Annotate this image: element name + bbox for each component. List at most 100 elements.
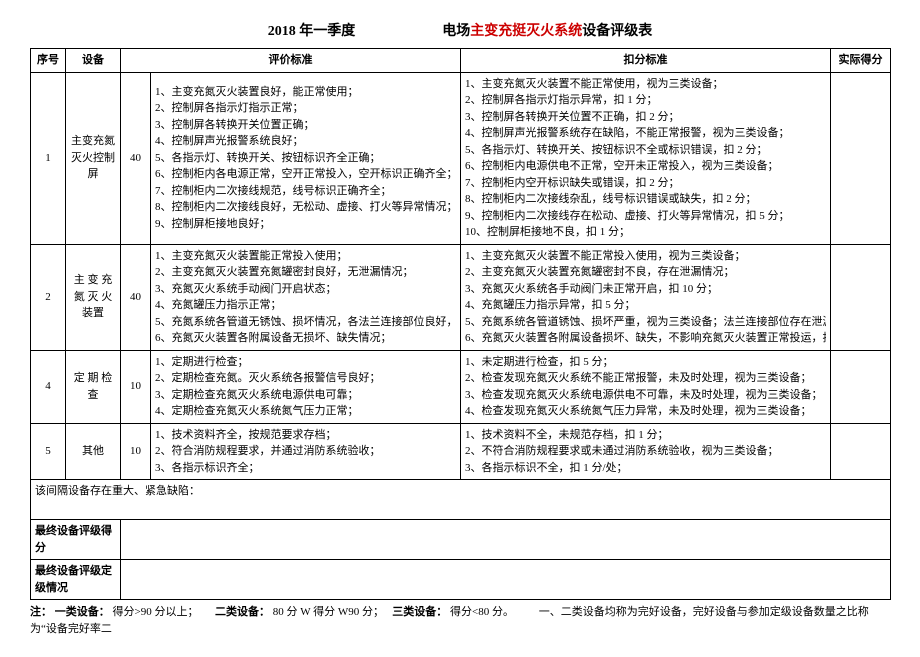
title-left: 2018 年一季度 <box>268 24 356 39</box>
cell-deduct-criteria: 1、未定期进行检查，扣 5 分；2、检查发现充氮灭火系统不能正常报警，未及时处理… <box>461 350 831 423</box>
deduct-item: 3、检查发现充氮灭火系统电源供电不可靠，未及时处理，视为三类设备； <box>465 387 826 404</box>
defect-cell: 该间隔设备存在重大、紧急缺陷： <box>31 480 891 520</box>
eval-item: 9、控制屏柜接地良好； <box>155 216 456 233</box>
final-score-row: 最终设备评级得分 <box>31 520 891 560</box>
eval-item: 2、符合消防规程要求，并通过消防系统验收； <box>155 443 456 460</box>
note-prefix: 注： <box>30 606 52 618</box>
note-c1-label: 一类设备： <box>55 606 110 618</box>
table-row: 1主变充氮灭火控制屏401、主变充氮灭火装置良好，能正常使用；2、控制屏各指示灯… <box>31 72 891 244</box>
note-c2-label: 二类设备： <box>215 606 270 618</box>
cell-equipment: 主 变 充 氮 灭 火 装置 <box>66 244 121 350</box>
header-equipment: 设备 <box>66 49 121 73</box>
header-deduct: 扣分标准 <box>461 49 831 73</box>
table-header-row: 序号 设备 评价标准 扣分标准 实际得分 <box>31 49 891 73</box>
deduct-item: 3、控制屏各转换开关位置不正确，扣 2 分； <box>465 109 826 126</box>
header-eval: 评价标准 <box>121 49 461 73</box>
deduct-item: 2、控制屏各指示灯指示异常，扣 1 分； <box>465 92 826 109</box>
final-score-value <box>121 520 891 560</box>
cell-equipment: 其他 <box>66 423 121 480</box>
deduct-item: 4、充氮罐压力指示异常，扣 5 分； <box>465 297 826 314</box>
cell-deduct-criteria: 1、主变充氮灭火装置不能正常使用，视为三类设备；2、控制屏各指示灯指示异常，扣 … <box>461 72 831 244</box>
eval-item: 8、控制柜内二次接线良好，无松动、虚接、打火等异常情况； <box>155 199 456 216</box>
page-title: 2018 年一季度 电场主变充挺灭火系统设备评级表 <box>30 20 890 40</box>
header-seq: 序号 <box>31 49 66 73</box>
eval-item: 4、充氮罐压力指示正常； <box>155 297 456 314</box>
note-c3-value: 得分<80 分。 <box>450 606 514 618</box>
deduct-item: 2、主变充氮灭火装置充氮罐密封不良，存在泄漏情况； <box>465 264 826 281</box>
cell-actual-score <box>831 350 891 423</box>
deduct-item: 2、不符合消防规程要求或未通过消防系统验收，视为三类设备； <box>465 443 826 460</box>
final-grade-row: 最终设备评级定级情况 <box>31 560 891 600</box>
deduct-item: 4、控制屏声光报警系统存在缺陷，不能正常报警，视为三类设备； <box>465 125 826 142</box>
deduct-item: 3、各指示标识不全，扣 1 分/处； <box>465 460 826 477</box>
title-highlight: 主变充挺灭火系统 <box>470 24 582 39</box>
eval-item: 5、充氮系统各管道无锈蚀、损坏情况，各法兰连接部位良好，无泄漏情况； <box>155 314 456 331</box>
cell-seq: 4 <box>31 350 66 423</box>
note-c2-value: 80 分 W 得分 W90 分； <box>273 606 384 618</box>
eval-item: 3、定期检查充氮灭火系统电源供电可靠； <box>155 387 456 404</box>
deduct-item: 1、未定期进行检查，扣 5 分； <box>465 354 826 371</box>
cell-base-score: 10 <box>121 423 151 480</box>
cell-seq: 2 <box>31 244 66 350</box>
deduct-item: 2、检查发现充氮灭火系统不能正常报警，未及时处理，视为三类设备； <box>465 370 826 387</box>
eval-item: 6、充氮灭火装置各附属设备无损坏、缺失情况； <box>155 330 456 347</box>
cell-eval-criteria: 1、主变充氮灭火装置良好，能正常使用；2、控制屏各指示灯指示正常；3、控制屏各转… <box>151 72 461 244</box>
deduct-item: 5、各指示灯、转换开关、按钮标识不全或标识错误，扣 2 分； <box>465 142 826 159</box>
cell-seq: 5 <box>31 423 66 480</box>
eval-item: 1、主变充氮灭火装置良好，能正常使用； <box>155 84 456 101</box>
deduct-item: 6、控制柜内电源供电不正常，空开未正常投入，视为三类设备； <box>465 158 826 175</box>
deduct-item: 1、主变充氮灭火装置不能正常投入使用，视为三类设备； <box>465 248 826 265</box>
eval-item: 5、各指示灯、转换开关、按钮标识齐全正确； <box>155 150 456 167</box>
note-c1-value: 得分>90 分以上； <box>113 606 199 618</box>
eval-item: 2、主变充氮灭火装置充氮罐密封良好，无泄漏情况； <box>155 264 456 281</box>
table-row: 4定 期 检 查101、定期进行检查；2、定期检查充氮。灭火系统各报警信号良好；… <box>31 350 891 423</box>
eval-item: 4、定期检查充氮灭火系统氮气压力正常； <box>155 403 456 420</box>
deduct-item: 6、充氮灭火装置各附属设备损坏、缺失，不影响充氮灭火装置正常投运，扣 5 分，影… <box>465 330 826 347</box>
deduct-item: 4、检查发现充氮灭火系统氮气压力异常，未及时处理，视为三类设备； <box>465 403 826 420</box>
eval-item: 1、主变充氮灭火装置能正常投入使用； <box>155 248 456 265</box>
cell-actual-score <box>831 244 891 350</box>
cell-eval-criteria: 1、技术资料齐全，按规范要求存档；2、符合消防规程要求，并通过消防系统验收；3、… <box>151 423 461 480</box>
defect-row: 该间隔设备存在重大、紧急缺陷： <box>31 480 891 520</box>
cell-eval-criteria: 1、定期进行检查；2、定期检查充氮。灭火系统各报警信号良好；3、定期检查充氮灭火… <box>151 350 461 423</box>
cell-base-score: 10 <box>121 350 151 423</box>
cell-equipment: 主变充氮灭火控制屏 <box>66 72 121 244</box>
cell-base-score: 40 <box>121 244 151 350</box>
final-grade-value <box>121 560 891 600</box>
deduct-item: 1、技术资料不全，未规范存档，扣 1 分； <box>465 427 826 444</box>
title-suffix: 设备评级表 <box>582 24 652 39</box>
eval-item: 1、定期进行检查； <box>155 354 456 371</box>
deduct-item: 7、控制柜内空开标识缺失或错误，扣 2 分； <box>465 175 826 192</box>
eval-item: 4、控制屏声光报警系统良好； <box>155 133 456 150</box>
cell-actual-score <box>831 423 891 480</box>
title-prefix: 电场 <box>442 24 470 39</box>
eval-item: 1、技术资料齐全，按规范要求存档； <box>155 427 456 444</box>
eval-item: 7、控制柜内二次接线规范，线号标识正确齐全； <box>155 183 456 200</box>
deduct-item: 8、控制柜内二次接线杂乱，线号标识错误或缺失，扣 2 分； <box>465 191 826 208</box>
cell-deduct-criteria: 1、技术资料不全，未规范存档，扣 1 分；2、不符合消防规程要求或未通过消防系统… <box>461 423 831 480</box>
eval-item: 2、定期检查充氮。灭火系统各报警信号良好； <box>155 370 456 387</box>
cell-deduct-criteria: 1、主变充氮灭火装置不能正常投入使用，视为三类设备；2、主变充氮灭火装置充氮罐密… <box>461 244 831 350</box>
final-score-label: 最终设备评级得分 <box>31 520 121 560</box>
deduct-item: 5、充氮系统各管道锈蚀、损坏严重，视为三类设备；法兰连接部位存在泄漏情况，扣 5… <box>465 314 826 331</box>
note-c3-label: 三类设备： <box>392 606 447 618</box>
cell-eval-criteria: 1、主变充氮灭火装置能正常投入使用；2、主变充氮灭火装置充氮罐密封良好，无泄漏情… <box>151 244 461 350</box>
header-score: 实际得分 <box>831 49 891 73</box>
deduct-item: 3、充氮灭火系统各手动阀门未正常开启，扣 10 分； <box>465 281 826 298</box>
eval-item: 6、控制柜内各电源正常，空开正常投入，空开标识正确齐全； <box>155 166 456 183</box>
deduct-item: 1、主变充氮灭火装置不能正常使用，视为三类设备； <box>465 76 826 93</box>
eval-item: 3、控制屏各转换开关位置正确； <box>155 117 456 134</box>
cell-base-score: 40 <box>121 72 151 244</box>
rating-table: 序号 设备 评价标准 扣分标准 实际得分 1主变充氮灭火控制屏401、主变充氮灭… <box>30 48 891 600</box>
footnote: 注： 一类设备： 得分>90 分以上； 二类设备： 80 分 W 得分 W90 … <box>30 604 890 637</box>
deduct-item: 10、控制屏柜接地不良，扣 1 分； <box>465 224 826 241</box>
cell-seq: 1 <box>31 72 66 244</box>
final-grade-label: 最终设备评级定级情况 <box>31 560 121 600</box>
cell-equipment: 定 期 检 查 <box>66 350 121 423</box>
table-row: 2主 变 充 氮 灭 火 装置401、主变充氮灭火装置能正常投入使用；2、主变充… <box>31 244 891 350</box>
eval-item: 2、控制屏各指示灯指示正常； <box>155 100 456 117</box>
cell-actual-score <box>831 72 891 244</box>
eval-item: 3、充氮灭火系统手动阀门开启状态； <box>155 281 456 298</box>
deduct-item: 9、控制柜内二次接线存在松动、虚接、打火等异常情况，扣 5 分； <box>465 208 826 225</box>
eval-item: 3、各指示标识齐全； <box>155 460 456 477</box>
